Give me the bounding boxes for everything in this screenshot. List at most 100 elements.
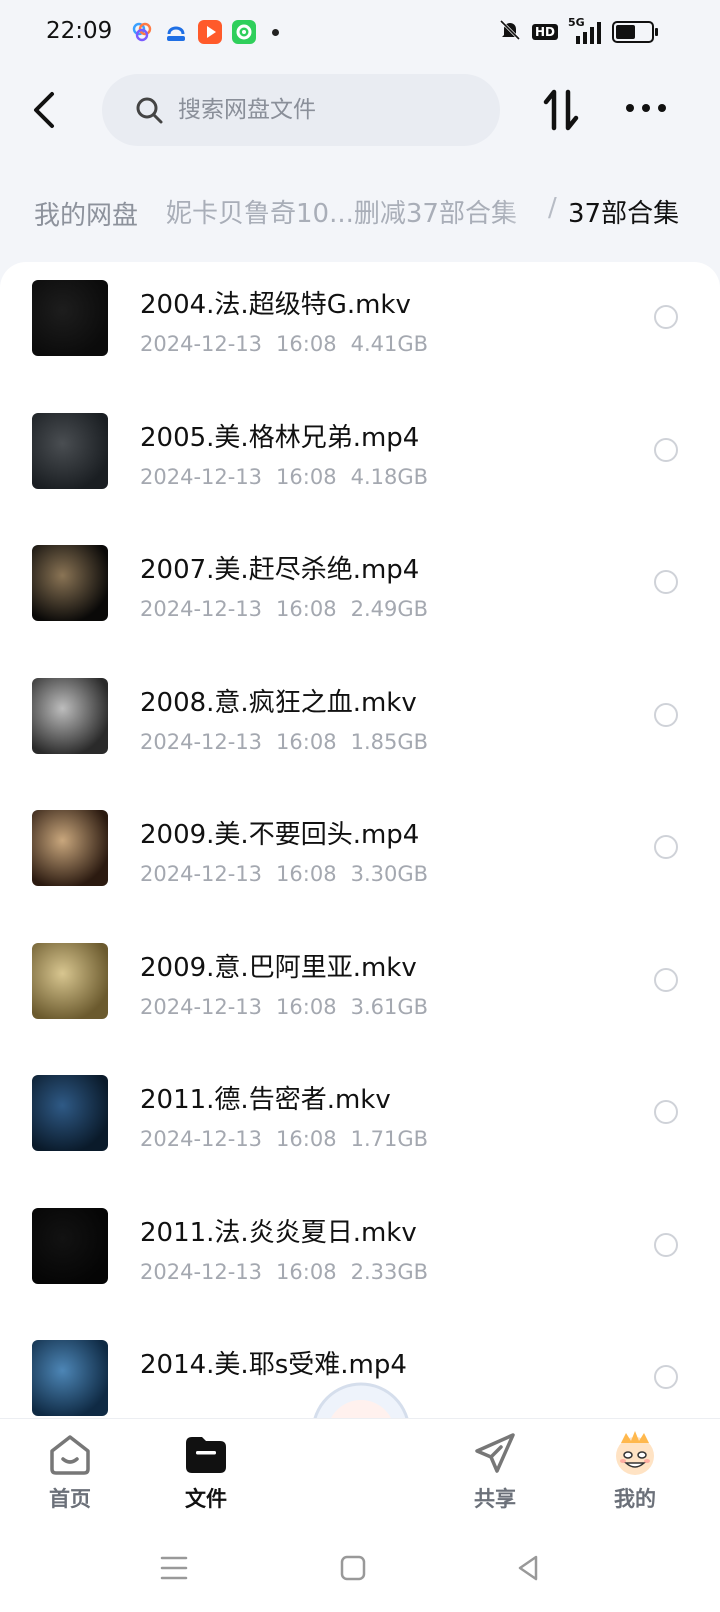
video-thumbnail — [32, 545, 108, 621]
file-size: 4.18GB — [350, 464, 429, 489]
search-icon — [136, 97, 163, 124]
more-options-button[interactable] — [622, 96, 670, 120]
select-radio[interactable] — [654, 305, 678, 329]
back-button[interactable] — [26, 86, 66, 134]
file-meta: 2024-12-13 16:08 4.41GB — [140, 332, 442, 356]
tab-files[interactable]: 文件 — [156, 1429, 256, 1513]
nav-home-button[interactable] — [331, 1546, 375, 1590]
file-meta: 2024-12-13 16:08 2.49GB — [140, 597, 442, 621]
tab-home[interactable]: 首页 — [20, 1429, 120, 1513]
tab-share-label: 共享 — [474, 1487, 516, 1511]
home-face-icon — [50, 1435, 90, 1475]
mute-bell-icon — [498, 18, 522, 46]
file-row[interactable]: 2008.意.疯狂之血.mkv 2024-12-13 16:08 1.85GB — [0, 660, 720, 796]
file-row[interactable]: 2011.法.炎炎夏日.mkv 2024-12-13 16:08 2.33GB — [0, 1190, 720, 1326]
more-dots-icon — [626, 104, 666, 112]
file-row[interactable]: 2009.意.巴阿里亚.mkv 2024-12-13 16:08 3.61GB — [0, 925, 720, 1061]
file-meta: 2024-12-13 16:08 2.33GB — [140, 1260, 442, 1284]
file-row[interactable]: 2004.法.超级特G.mkv 2024-12-13 16:08 4.41GB — [0, 262, 720, 398]
select-radio[interactable] — [654, 967, 678, 992]
file-meta: 2024-12-13 16:08 3.30GB — [140, 862, 442, 886]
file-meta — [140, 1392, 182, 1416]
file-row[interactable]: 2007.美.赶尽杀绝.mp4 2024-12-13 16:08 2.49GB — [0, 527, 720, 663]
video-app-icon — [198, 20, 222, 44]
select-radio[interactable] — [654, 702, 678, 727]
file-date: 2024-12-13 — [140, 464, 263, 489]
file-meta: 2024-12-13 16:08 4.18GB — [140, 465, 442, 489]
file-name: 2011.法.炎炎夏日.mkv — [140, 1217, 417, 1248]
file-name: 2008.意.疯狂之血.mkv — [140, 687, 417, 718]
share-plane-icon — [475, 1433, 515, 1473]
square-home-icon — [340, 1555, 366, 1581]
file-time: 16:08 — [276, 332, 337, 356]
file-name: 2007.美.赶尽杀绝.mp4 — [140, 555, 420, 585]
tab-share[interactable]: 共享 — [445, 1429, 545, 1513]
breadcrumb-root[interactable]: 我的网盘 — [18, 193, 155, 234]
file-date: 2024-12-13 — [140, 994, 263, 1019]
file-date: 2024-12-13 — [140, 1127, 263, 1151]
file-row[interactable]: 2009.美.不要回头.mp4 2024-12-13 16:08 3.30GB — [0, 792, 720, 928]
select-radio[interactable] — [654, 570, 678, 594]
status-bar: 22:09 HD 5G — [0, 0, 720, 66]
folder-icon — [186, 1437, 226, 1473]
select-radio[interactable] — [654, 1232, 678, 1257]
cloud-drive-icon — [130, 20, 154, 44]
file-size: 3.30GB — [350, 862, 429, 886]
select-radio[interactable] — [654, 1365, 678, 1389]
tab-profile-label: 我的 — [614, 1487, 656, 1511]
baidu-icon — [164, 20, 188, 44]
file-date: 2024-12-13 — [140, 332, 263, 356]
file-time: 16:08 — [276, 862, 337, 886]
file-date: 2024-12-13 — [140, 729, 263, 754]
breadcrumb-separator: / — [548, 193, 557, 223]
tab-profile[interactable]: 我的 — [585, 1429, 685, 1513]
file-time: 16:08 — [276, 597, 337, 621]
back-arrow-icon — [34, 92, 54, 128]
notification-dot — [272, 28, 279, 36]
video-thumbnail — [32, 810, 108, 886]
tab-home-label: 首页 — [49, 1487, 91, 1511]
breadcrumb-current: 37部合集 — [568, 199, 680, 229]
search-input[interactable] — [176, 96, 460, 124]
file-name: 2005.美.格林兄弟.mp4 — [140, 422, 420, 453]
sort-button[interactable] — [540, 86, 582, 134]
video-thumbnail — [32, 1207, 108, 1284]
file-size: 2.33GB — [350, 1259, 429, 1284]
header — [0, 72, 720, 148]
file-size: 2.49GB — [350, 597, 429, 621]
file-name: 2004.法.超级特G.mkv — [140, 290, 411, 320]
file-size: 1.85GB — [350, 729, 429, 754]
battery-icon — [612, 21, 658, 43]
video-thumbnail — [32, 280, 108, 356]
nav-menu-button[interactable] — [152, 1546, 196, 1590]
status-indicators: HD 5G — [498, 16, 658, 46]
bottom-tab-bar: 首页 文件 共享 我的 — [0, 1418, 720, 1525]
status-app-icons — [130, 20, 279, 44]
select-radio[interactable] — [654, 835, 678, 859]
video-thumbnail — [32, 412, 108, 489]
signal-5g-icon: 5G — [568, 16, 602, 44]
triangle-back-icon — [518, 1555, 538, 1581]
breadcrumb-parent[interactable]: 妮卡贝鲁奇10...删减37部合集 — [166, 193, 517, 230]
video-thumbnail — [32, 677, 108, 754]
file-size: 1.71GB — [350, 1127, 429, 1151]
nav-back-button[interactable] — [506, 1546, 550, 1590]
file-meta: 2024-12-13 16:08 1.85GB — [140, 730, 442, 754]
file-time: 16:08 — [276, 1259, 337, 1284]
file-row[interactable]: 2011.德.告密者.mkv 2024-12-13 16:08 1.71GB — [0, 1057, 720, 1193]
hd-badge: HD — [531, 24, 558, 40]
file-date: 2024-12-13 — [140, 1259, 263, 1284]
search-bar[interactable] — [102, 74, 500, 146]
file-row[interactable]: 2005.美.格林兄弟.mp4 2024-12-13 16:08 4.18GB — [0, 395, 720, 531]
file-name: 2011.德.告密者.mkv — [140, 1085, 391, 1115]
video-thumbnail — [32, 1075, 108, 1151]
select-radio[interactable] — [654, 437, 678, 462]
select-radio[interactable] — [654, 1100, 678, 1124]
file-list: 2004.法.超级特G.mkv 2024-12-13 16:08 4.41GB 2005… — [0, 262, 720, 1422]
video-thumbnail — [32, 1340, 108, 1416]
file-time: 16:08 — [276, 464, 337, 489]
file-meta: 2024-12-13 16:08 1.71GB — [140, 1127, 442, 1151]
status-time: 22:09 — [46, 18, 113, 44]
file-date: 2024-12-13 — [140, 862, 263, 886]
breadcrumb: 妮卡贝鲁奇10...删减37部合集 我的网盘 / 37部合集 — [0, 185, 720, 241]
